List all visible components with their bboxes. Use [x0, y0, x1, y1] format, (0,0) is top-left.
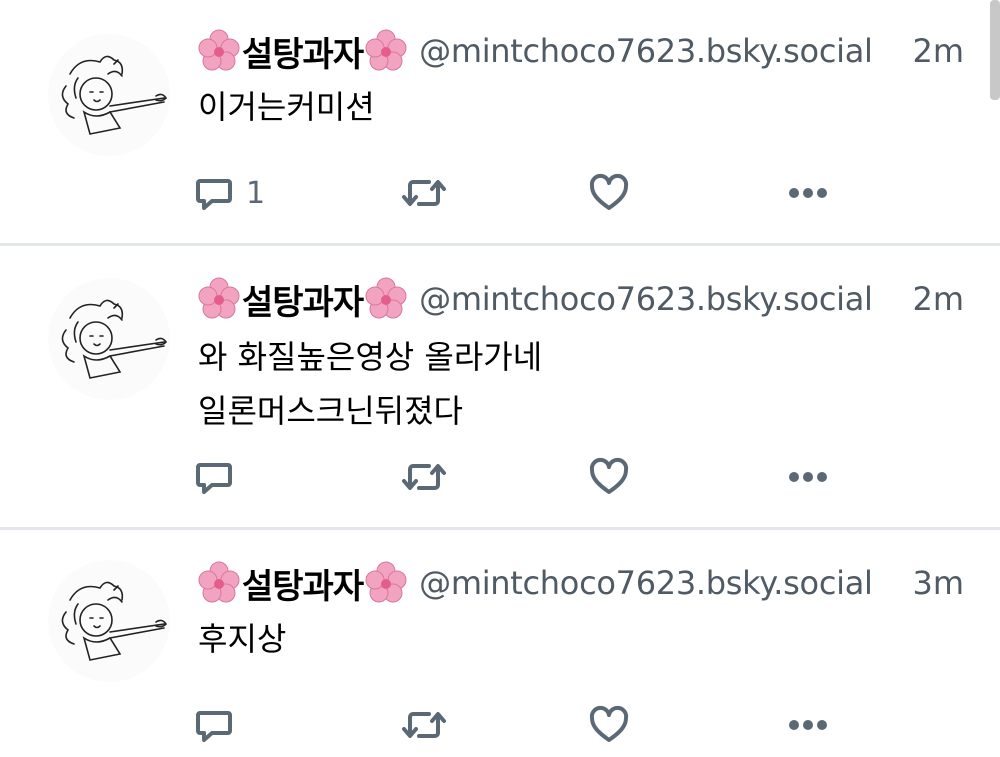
like-icon — [589, 705, 629, 742]
post-actions — [190, 700, 850, 750]
post-text: 와 화질높은영상 올라가네 일론머스크닌뒤졌다 — [198, 332, 542, 436]
repost-icon — [402, 464, 446, 490]
post-text-line: 와 화질높은영상 올라가네 — [198, 338, 543, 376]
reply-count: 1 — [246, 175, 266, 211]
avatar-drawing — [61, 581, 168, 661]
more-options-button[interactable] — [786, 452, 830, 502]
feed-post[interactable]: 설탕과자 @mintchoco7623.bsky.social 3m 후지상 — [0, 530, 1000, 757]
post-actions — [190, 452, 850, 502]
post-header: 설탕과자 @mintchoco7623.bsky.social — [196, 558, 873, 608]
cherry-blossom-icon — [196, 28, 242, 74]
like-button[interactable] — [588, 700, 630, 750]
post-header: 설탕과자 @mintchoco7623.bsky.social — [196, 274, 873, 324]
post-text: 후지상 — [198, 614, 286, 664]
post-actions: 1 — [190, 168, 850, 218]
repost-button[interactable] — [400, 168, 448, 218]
avatar-drawing — [61, 299, 168, 379]
reply-icon — [196, 711, 232, 742]
post-time[interactable]: 2m — [912, 32, 964, 70]
author-handle[interactable]: @mintchoco7623.bsky.social — [419, 280, 873, 318]
author-name[interactable]: 설탕과자 — [242, 275, 364, 324]
cherry-blossom-icon — [363, 28, 409, 74]
post-time[interactable]: 2m — [912, 280, 964, 318]
author-name[interactable]: 설탕과자 — [242, 559, 364, 608]
repost-icon — [402, 712, 446, 738]
reply-icon — [196, 179, 232, 210]
like-button[interactable] — [588, 452, 630, 502]
feed-post[interactable]: 설탕과자 @mintchoco7623.bsky.social 2m 와 화질높… — [0, 246, 1000, 528]
repost-button[interactable] — [400, 452, 448, 502]
repost-button[interactable] — [400, 700, 448, 750]
author-name[interactable]: 설탕과자 — [242, 27, 364, 76]
author-handle[interactable]: @mintchoco7623.bsky.social — [419, 32, 873, 70]
post-time[interactable]: 3m — [912, 564, 964, 602]
reply-button[interactable] — [194, 700, 246, 750]
feed-post[interactable]: 설탕과자 @mintchoco7623.bsky.social 2m 이거는커미… — [0, 0, 1000, 244]
reply-icon — [196, 463, 232, 494]
repost-icon — [402, 180, 446, 206]
reply-button[interactable] — [194, 452, 246, 502]
more-icon — [789, 720, 827, 730]
reply-button[interactable]: 1 — [194, 168, 265, 218]
post-text-line: 후지상 — [198, 620, 287, 658]
post-text-line: 일론머스크닌뒤졌다 — [198, 392, 463, 430]
post-header: 설탕과자 @mintchoco7623.bsky.social — [196, 26, 873, 76]
avatar-drawing — [61, 55, 168, 135]
avatar[interactable] — [48, 278, 170, 400]
more-options-button[interactable] — [786, 700, 830, 750]
more-options-button[interactable] — [786, 168, 830, 218]
cherry-blossom-icon — [196, 560, 242, 606]
post-text: 이거는커미션 — [198, 82, 375, 132]
cherry-blossom-icon — [196, 276, 242, 322]
cherry-blossom-icon — [363, 276, 409, 322]
like-icon — [589, 173, 629, 210]
more-icon — [789, 188, 827, 198]
like-button[interactable] — [588, 168, 630, 218]
avatar[interactable] — [48, 560, 170, 682]
post-text-line: 이거는커미션 — [198, 88, 375, 126]
avatar[interactable] — [48, 34, 170, 156]
cherry-blossom-icon — [363, 560, 409, 606]
like-icon — [589, 457, 629, 494]
author-handle[interactable]: @mintchoco7623.bsky.social — [419, 564, 873, 602]
more-icon — [789, 472, 827, 482]
